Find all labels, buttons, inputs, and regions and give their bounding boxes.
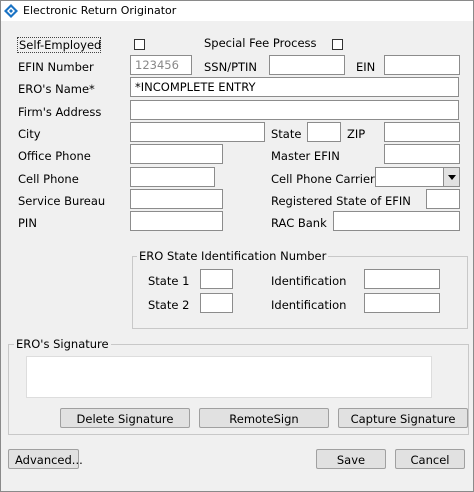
ein-label: EIN [356, 60, 376, 74]
zip-label: ZIP [347, 127, 366, 141]
special-fee-label: Special Fee Process [204, 36, 317, 50]
ein-field[interactable] [384, 55, 460, 75]
state-field[interactable] [307, 122, 341, 142]
state2-field[interactable] [200, 293, 233, 313]
master-efin-field[interactable] [384, 144, 460, 164]
service-bureau-label: Service Bureau [18, 194, 106, 208]
save-button[interactable]: Save [316, 449, 386, 469]
remote-sign-button[interactable]: RemoteSign [199, 408, 329, 428]
state-id-group-title: ERO State Identification Number [137, 249, 329, 263]
city-label: City [18, 127, 41, 141]
cell-carrier-select[interactable] [375, 167, 460, 187]
chevron-down-icon [448, 175, 456, 180]
ssn-ptin-label: SSN/PTIN [204, 60, 258, 74]
registered-state-label: Registered State of EFIN [271, 194, 411, 208]
identification1-label: Identification [271, 274, 347, 288]
ero-name-label: ERO's Name* [18, 82, 95, 96]
ero-name-field[interactable]: *INCOMPLETE ENTRY [130, 77, 459, 97]
office-phone-field[interactable] [130, 144, 223, 164]
delete-signature-button[interactable]: Delete Signature [60, 408, 190, 428]
pin-label: PIN [18, 216, 37, 230]
identification2-label: Identification [271, 298, 347, 312]
self-employed-label: Self-Employed [19, 38, 102, 52]
state1-field[interactable] [200, 269, 233, 289]
cell-carrier-dropdown-button[interactable] [443, 168, 459, 186]
cancel-button[interactable]: Cancel [395, 449, 465, 469]
ero-dialog: Electronic Return Originator Self-Employ… [0, 0, 474, 492]
city-field[interactable] [130, 122, 265, 142]
title-bar: Electronic Return Originator [1, 1, 473, 21]
registered-state-field[interactable] [426, 189, 460, 209]
window-title: Electronic Return Originator [23, 4, 177, 17]
master-efin-label: Master EFIN [271, 149, 340, 163]
signature-group-title: ERO's Signature [14, 337, 111, 351]
pin-field[interactable] [130, 211, 223, 231]
cell-carrier-label: Cell Phone Carrier [271, 172, 375, 186]
cell-phone-field[interactable] [130, 167, 215, 187]
rac-bank-label: RAC Bank [271, 216, 327, 230]
ssn-ptin-field[interactable] [269, 55, 345, 75]
self-employed-checkbox[interactable] [134, 39, 145, 50]
office-phone-label: Office Phone [18, 149, 91, 163]
zip-field[interactable] [384, 122, 460, 142]
service-bureau-field[interactable] [130, 189, 223, 209]
firm-address-label: Firm's Address [18, 105, 102, 119]
firm-address-field[interactable] [130, 100, 459, 120]
diamond-app-icon [4, 4, 18, 18]
efin-field[interactable]: 123456 [130, 55, 192, 75]
efin-label: EFIN Number [18, 60, 94, 74]
cell-phone-label: Cell Phone [18, 172, 79, 186]
advanced-button[interactable]: Advanced... [8, 449, 83, 469]
rac-bank-field[interactable] [333, 211, 460, 231]
special-fee-checkbox[interactable] [332, 39, 343, 50]
capture-signature-button[interactable]: Capture Signature [338, 408, 468, 428]
identification1-field[interactable] [364, 269, 440, 289]
identification2-field[interactable] [364, 293, 440, 313]
state-label: State [271, 127, 302, 141]
state1-label: State 1 [148, 274, 190, 288]
state2-label: State 2 [148, 298, 190, 312]
signature-pad[interactable] [26, 356, 432, 398]
